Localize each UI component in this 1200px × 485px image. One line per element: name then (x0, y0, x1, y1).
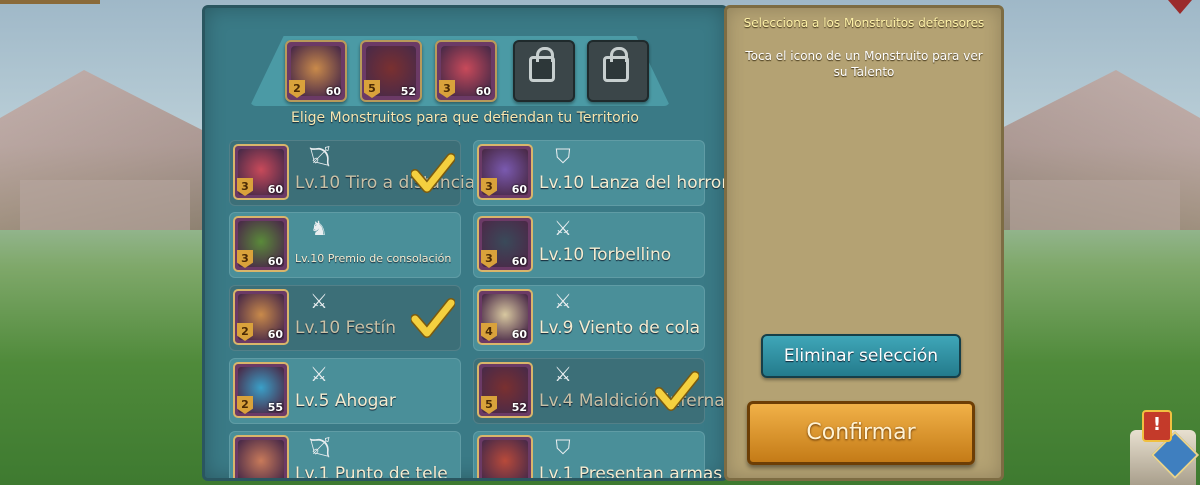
familiar-card[interactable]: 2 60 ⚔ Lv.10 Festín (229, 285, 461, 351)
top-right-ribbon (1168, 0, 1192, 14)
familiar-card[interactable]: 3 60 ⛉ Lv.10 Lanza del horror (473, 140, 725, 206)
alert-icon[interactable]: ! (1142, 410, 1172, 442)
lock-icon (603, 47, 629, 82)
clear-selection-button[interactable]: Eliminar selección (761, 334, 961, 378)
familiar-card[interactable]: 3 60 ⚔ Lv.10 Torbellino (473, 212, 705, 278)
checkmark-icon (411, 153, 455, 193)
familiar-thumbnail[interactable]: 3 60 (477, 144, 533, 200)
level-number: 60 (511, 183, 527, 196)
level-number: 60 (511, 255, 527, 268)
confirm-button[interactable]: Confirmar (747, 401, 975, 465)
panel-subtitle: Elige Monstruitos para que defiendan tu … (291, 110, 639, 126)
talent-label: Lv.10 Premio de consolación (295, 252, 452, 265)
familiar-thumbnail[interactable]: 4 60 (477, 289, 533, 345)
sword-shield-icon: ⚔ (554, 362, 572, 386)
talent-label: Lv.10 Torbellino (539, 245, 672, 265)
talent-label: Lv.1 Presentan armas (539, 464, 723, 481)
level-number: 60 (267, 183, 283, 196)
familiar-thumbnail[interactable]: 3 60 (233, 216, 289, 272)
lock-icon (529, 47, 555, 82)
familiar-card[interactable]: 4 60 ⚔ Lv.9 Viento de cola (473, 285, 705, 351)
top-left-frame (0, 0, 100, 4)
locked-slot[interactable] (587, 40, 649, 102)
level-number: 60 (267, 255, 283, 268)
sword-shield-icon: ⚔ (554, 289, 572, 313)
level-number: 60 (325, 85, 341, 98)
familiar-thumbnail[interactable]: 2 60 (233, 289, 289, 345)
familiar-card[interactable]: ⛉ Lv.1 Presentan armas (473, 431, 722, 478)
info-side-panel: Selecciona a los Monstruitos defensores … (724, 5, 1004, 481)
talent-label: Lv.10 Lanza del horror (539, 173, 728, 193)
talent-label: Lv.9 Viento de cola (539, 318, 701, 338)
sword-shield-icon: ⚔ (310, 289, 328, 313)
checkmark-icon (411, 298, 455, 338)
familiar-card[interactable]: 2 55 ⚔ Lv.5 Ahogar (229, 358, 461, 424)
level-number: 52 (400, 85, 416, 98)
familiar-thumbnail[interactable] (233, 435, 289, 478)
side-heading: Selecciona a los Monstruitos defensores (743, 16, 985, 30)
talent-label: Lv.5 Ahogar (295, 391, 396, 411)
familiar-thumbnail[interactable]: 2 55 (233, 362, 289, 418)
familiar-thumbnail[interactable] (477, 435, 533, 478)
familiar-card[interactable]: 3 60 🏹︎ Lv.10 Tiro a distancia (229, 140, 475, 206)
familiar-card[interactable]: 🏹︎ Lv.1 Punto de tele (229, 431, 461, 481)
side-hint: Toca el icono de un Monstruito para ver … (745, 49, 983, 79)
familiar-thumbnail[interactable]: 3 60 (233, 144, 289, 200)
shield-icon: ⛉ (555, 144, 571, 168)
familiar-card[interactable]: 5 52 ⚔ Lv.4 Maldición infernal (473, 358, 725, 424)
bow-icon: 🏹︎ (307, 144, 333, 168)
level-number: 52 (511, 401, 527, 414)
level-number: 60 (475, 85, 491, 98)
defense-slot[interactable]: 2 60 (285, 40, 347, 102)
level-number: 60 (267, 328, 283, 341)
background-wall-right (1010, 180, 1180, 230)
defense-slot[interactable]: 3 60 (435, 40, 497, 102)
level-number: 55 (267, 401, 283, 414)
level-number: 60 (511, 328, 527, 341)
talent-label: Lv.10 Festín (295, 318, 396, 338)
sword-shield-icon: ⚔ (310, 362, 328, 386)
bow-icon: 🏹︎ (307, 435, 333, 459)
sword-shield-icon: ⚔ (554, 216, 572, 240)
familiar-selection-panel: 2 60 5 52 3 60 Elige Monstruitos para que def… (202, 5, 728, 481)
shield-icon: ⛉ (555, 435, 571, 459)
locked-slot[interactable] (513, 40, 575, 102)
talent-label: Lv.1 Punto de tele (295, 464, 448, 481)
talent-label: Lv.4 Maldición infernal (539, 391, 728, 411)
background-wall-left (20, 180, 190, 230)
familiar-card[interactable]: 3 60 ♞ Lv.10 Premio de consolación (229, 212, 461, 278)
checkmark-icon (655, 371, 699, 411)
familiar-portrait (238, 440, 284, 478)
familiar-portrait (482, 440, 528, 478)
familiar-thumbnail[interactable]: 3 60 (477, 216, 533, 272)
knight-icon: ♞ (310, 216, 328, 240)
familiar-thumbnail[interactable]: 5 52 (477, 362, 533, 418)
defense-slot[interactable]: 5 52 (360, 40, 422, 102)
